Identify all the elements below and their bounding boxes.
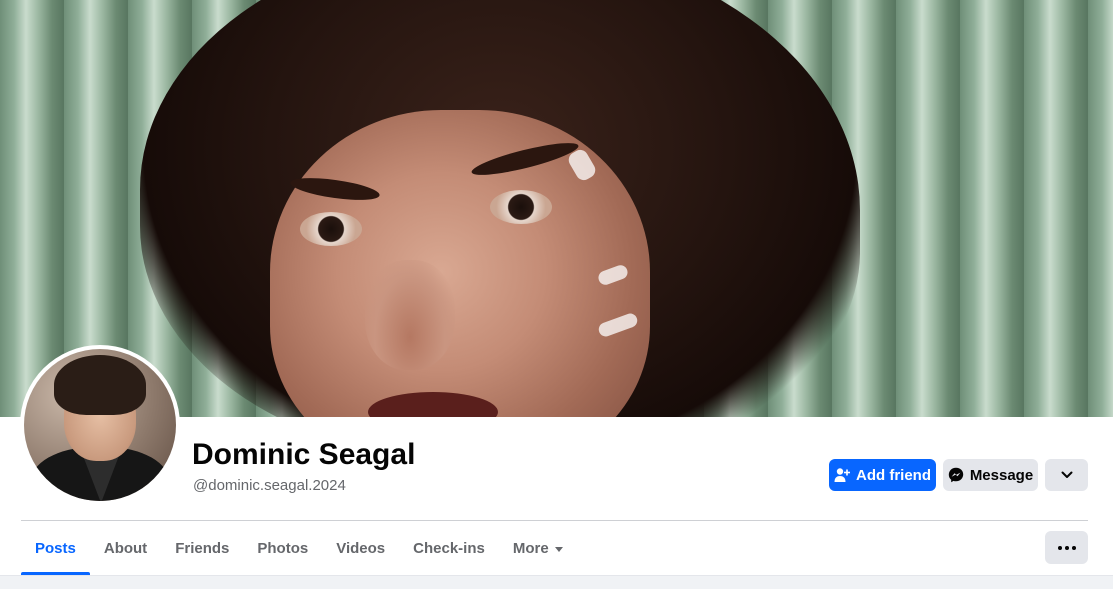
- messenger-icon: [948, 467, 964, 483]
- message-label: Message: [969, 466, 1034, 484]
- header-divider: [21, 520, 1088, 521]
- caret-down-icon: [554, 546, 563, 552]
- avatar-hair: [54, 355, 146, 415]
- profile-name: Dominic Seagal: [192, 438, 416, 471]
- chevron-down-icon: [1061, 471, 1073, 479]
- tab-about[interactable]: About: [90, 522, 161, 575]
- tab-photos[interactable]: Photos: [243, 522, 322, 575]
- tab-videos[interactable]: Videos: [322, 522, 399, 575]
- tab-label: Friends: [175, 540, 230, 557]
- tab-label: Check-ins: [413, 540, 485, 557]
- ellipsis-icon: [1064, 545, 1069, 550]
- tab-label: Posts: [35, 540, 76, 557]
- add-friend-label: Add friend: [856, 466, 931, 484]
- tab-posts[interactable]: Posts: [21, 522, 90, 575]
- cover-photo-face: [270, 110, 650, 417]
- tab-label: About: [103, 540, 148, 557]
- tab-friends[interactable]: Friends: [161, 522, 243, 575]
- tab-label: Videos: [336, 540, 386, 557]
- cover-photo-eye: [300, 212, 362, 246]
- profile-avatar[interactable]: [20, 345, 180, 505]
- tab-label: More: [512, 540, 549, 557]
- tab-label: Photos: [257, 540, 309, 557]
- profile-options-button[interactable]: [1045, 459, 1088, 491]
- ellipsis-icon: [1071, 545, 1076, 550]
- cover-photo-eye: [490, 190, 552, 224]
- profile-handle: @dominic.seagal.2024: [193, 477, 346, 494]
- avatar-photo: [24, 349, 176, 501]
- ellipsis-icon: [1057, 545, 1062, 550]
- tab-more[interactable]: More: [499, 522, 577, 575]
- cover-photo-nose: [365, 260, 455, 370]
- user-plus-icon: [834, 467, 850, 483]
- cover-photo[interactable]: [0, 0, 1113, 417]
- message-button[interactable]: Message: [943, 459, 1038, 491]
- tabs-overflow-button[interactable]: [1045, 531, 1088, 564]
- page-background-strip: [0, 575, 1113, 589]
- profile-tabs: Posts About Friends Photos Videos Check-…: [21, 522, 577, 575]
- add-friend-button[interactable]: Add friend: [829, 459, 936, 491]
- tab-check-ins[interactable]: Check-ins: [399, 522, 499, 575]
